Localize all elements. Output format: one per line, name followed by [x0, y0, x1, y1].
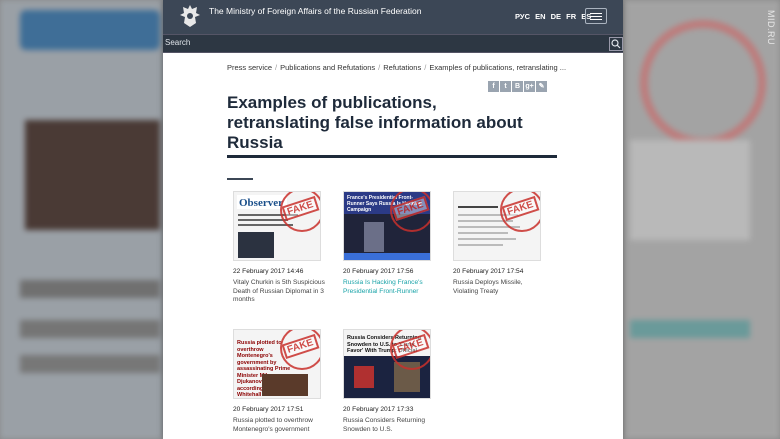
fake-stamp: FAKE — [500, 192, 540, 232]
article-date: 20 February 2017 17:51 — [233, 406, 304, 413]
page-title: Examples of publications, retranslating … — [227, 93, 523, 152]
search-input[interactable] — [165, 37, 605, 48]
stamp-label: FAKE — [501, 196, 540, 221]
article-headline[interactable]: Russia Considers Returning Snowden to U.… — [343, 417, 435, 434]
fake-stamp: FAKE — [390, 192, 430, 232]
breadcrumb-publications[interactable]: Publications and Refutations — [280, 63, 375, 72]
search-bar — [163, 34, 623, 53]
watermark: MID.RU — [766, 10, 776, 45]
text-line — [458, 206, 498, 208]
text-line — [458, 232, 508, 234]
lang-fr[interactable]: FR — [566, 12, 576, 21]
language-switcher: РУС EN DE FR ES — [515, 12, 594, 21]
breadcrumb: Press service / Publications and Refutatio… — [227, 63, 567, 72]
edit-icon[interactable]: ✎ — [536, 81, 547, 92]
article-thumbnail[interactable]: Observer FAKE — [233, 191, 321, 261]
stamp-label: FAKE — [281, 196, 320, 221]
site-title[interactable]: The Ministry of Foreign Affairs of the R… — [209, 6, 421, 16]
stamp-label: FAKE — [391, 334, 430, 359]
google-plus-icon[interactable]: g+ — [524, 81, 535, 92]
newspaper-logo: Observer — [239, 197, 283, 209]
article-card[interactable]: FAKE 20 February 2017 17:54 Russia Deplo… — [453, 191, 543, 296]
article-card[interactable]: France's Presidential Front-Runner Says … — [343, 191, 433, 296]
blurred-block — [630, 320, 750, 338]
article-thumbnail[interactable]: FAKE — [453, 191, 541, 261]
breadcrumb-press-service[interactable]: Press service — [227, 63, 272, 72]
article-date: 20 February 2017 17:54 — [453, 268, 524, 275]
fake-stamp: FAKE — [390, 330, 430, 370]
article-headline[interactable]: Russia Is Hacking France's Presidential … — [343, 279, 435, 296]
fake-stamp: FAKE — [280, 192, 320, 232]
section-divider — [227, 178, 253, 180]
thumbnail-photo — [262, 374, 308, 396]
facebook-icon[interactable]: f — [488, 81, 499, 92]
article-card[interactable]: Russia Considers Returning Snowden to U.… — [343, 329, 433, 434]
article-card[interactable]: Russia plotted to overthrow Montenegro's… — [233, 329, 323, 434]
browser-page: The Ministry of Foreign Affairs of the R… — [163, 0, 623, 439]
twitter-icon[interactable]: t — [500, 81, 511, 92]
breadcrumb-refutations[interactable]: Refutations — [383, 63, 421, 72]
article-thumbnail[interactable]: France's Presidential Front-Runner Says … — [343, 191, 431, 261]
text-line — [458, 244, 503, 246]
blurred-block — [20, 355, 160, 373]
title-divider — [227, 155, 557, 158]
double-headed-eagle-icon[interactable] — [179, 3, 201, 29]
hamburger-menu-icon[interactable] — [585, 8, 607, 24]
stamp-label: FAKE — [281, 334, 320, 359]
lang-en[interactable]: EN — [535, 12, 545, 21]
text-line — [238, 219, 288, 221]
blurred-right-panel — [620, 0, 780, 439]
article-date: 22 February 2017 14:46 — [233, 268, 304, 275]
article-card[interactable]: Observer FAKE 22 February 2017 14:46 Vit… — [233, 191, 325, 305]
top-bar: The Ministry of Foreign Affairs of the R… — [163, 0, 623, 34]
blurred-block — [630, 140, 750, 240]
stamp-label: FAKE — [391, 196, 430, 221]
share-buttons: f t B g+ ✎ — [488, 81, 547, 92]
article-headline[interactable]: Vitaly Churkin is 5th Suspicious Death o… — [233, 279, 325, 305]
search-icon[interactable] — [609, 37, 623, 51]
fake-stamp: FAKE — [280, 330, 320, 370]
blurred-block — [20, 320, 160, 338]
article-headline[interactable]: Russia Deploys Missile, Violating Treaty — [453, 279, 545, 296]
lang-ru[interactable]: РУС — [515, 12, 530, 21]
text-line — [458, 238, 516, 240]
blurred-block — [20, 280, 160, 298]
article-headline[interactable]: Russia plotted to overthrow Montenegro's… — [233, 417, 325, 434]
blurred-block — [640, 20, 766, 146]
article-thumbnail[interactable]: Russia Considers Returning Snowden to U.… — [343, 329, 431, 399]
blurred-left-panel — [0, 0, 165, 439]
blurred-block — [20, 10, 160, 50]
article-date: 20 February 2017 17:33 — [343, 406, 414, 413]
article-date: 20 February 2017 17:56 — [343, 268, 414, 275]
thumbnail-photo — [238, 232, 274, 258]
breadcrumb-current: Examples of publications, retranslating … — [429, 63, 567, 72]
lang-de[interactable]: DE — [551, 12, 561, 21]
article-thumbnail[interactable]: Russia plotted to overthrow Montenegro's… — [233, 329, 321, 399]
vk-icon[interactable]: B — [512, 81, 523, 92]
blurred-block — [25, 120, 160, 230]
